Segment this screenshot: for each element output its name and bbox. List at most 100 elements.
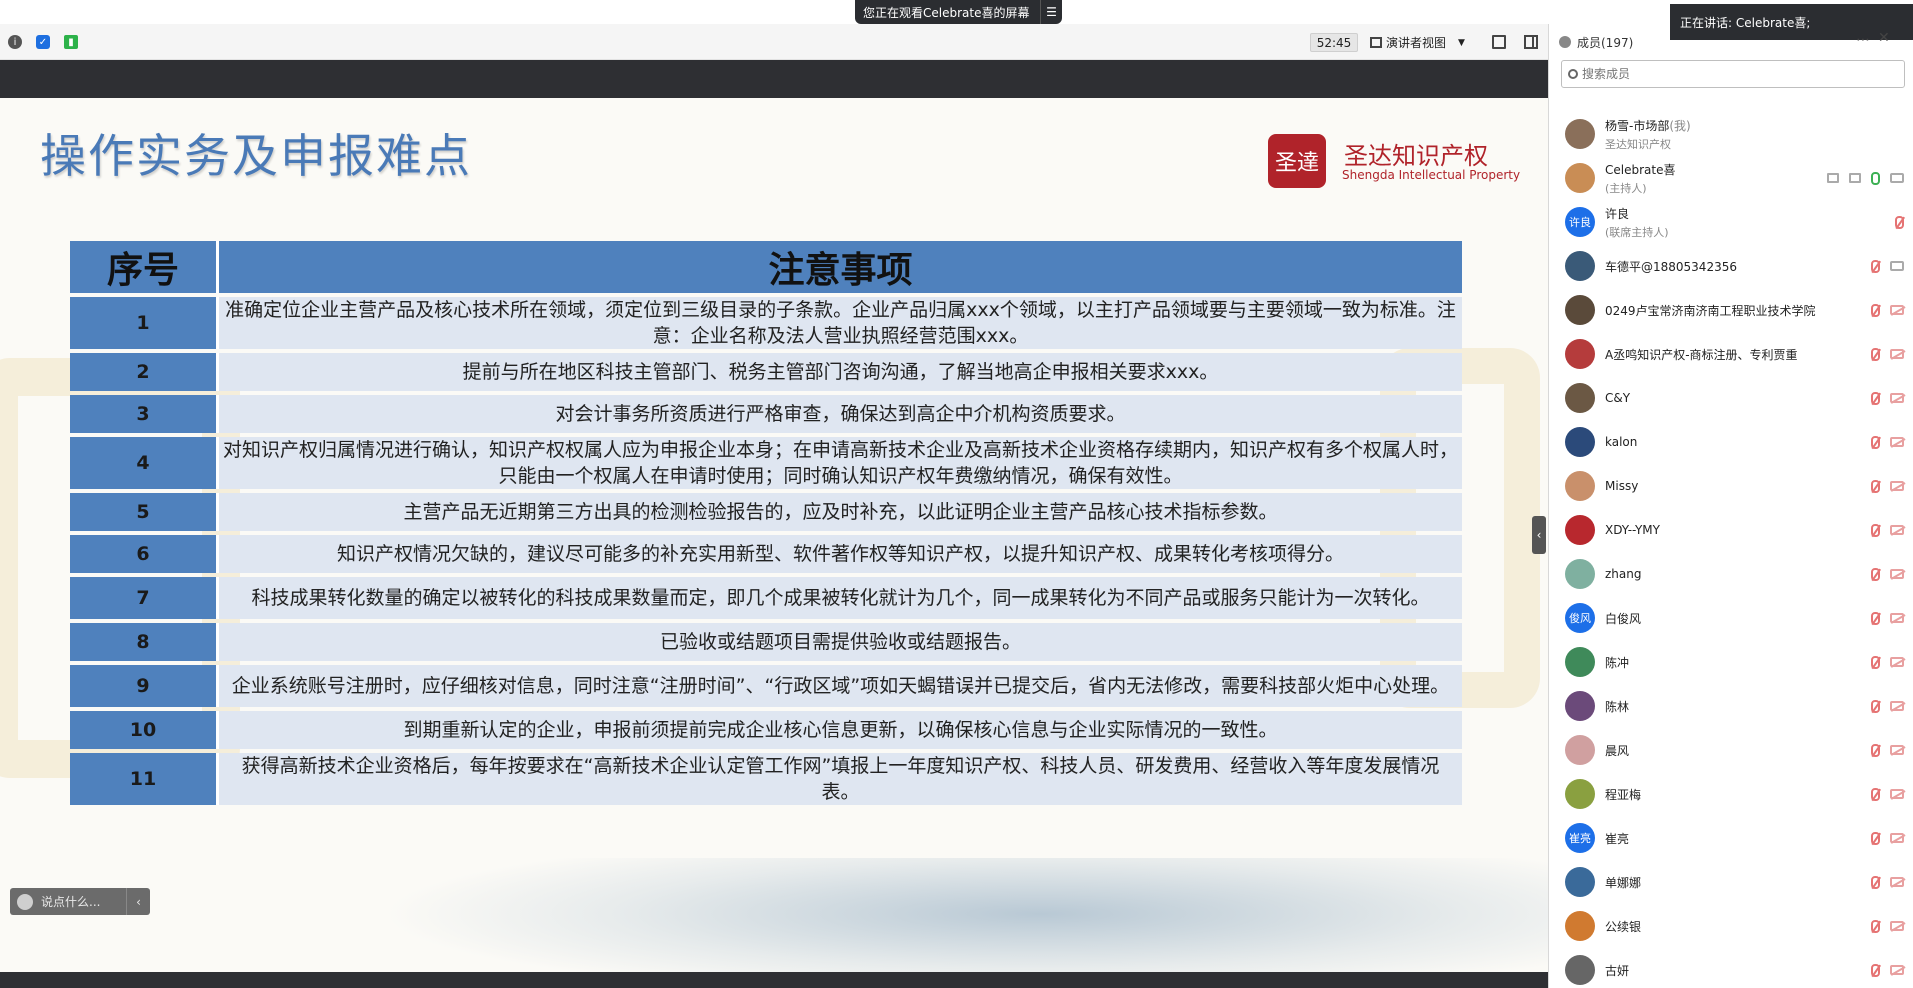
- camera-off-icon[interactable]: [1890, 569, 1904, 579]
- member-controls: [1871, 347, 1904, 361]
- security-shield-icon[interactable]: ✓: [36, 35, 50, 49]
- member-row[interactable]: Missy: [1549, 464, 1913, 508]
- avatar: [1565, 383, 1595, 413]
- row-note: 对知识产权归属情况进行确认，知识产权权属人应为申报企业本身；在申请高新技术企业及…: [216, 437, 1462, 489]
- microphone-muted-icon[interactable]: [1871, 259, 1880, 273]
- member-row[interactable]: 古妍: [1549, 948, 1913, 988]
- camera-off-icon[interactable]: [1890, 437, 1904, 447]
- camera-icon[interactable]: [1890, 173, 1904, 183]
- view-mode-dropdown[interactable]: 演讲者视图 ▼: [1370, 33, 1476, 52]
- microphone-muted-icon[interactable]: [1871, 831, 1880, 845]
- member-row[interactable]: 陈冲: [1549, 640, 1913, 684]
- member-row[interactable]: 陈林: [1549, 684, 1913, 728]
- camera-off-icon[interactable]: [1890, 481, 1904, 491]
- camera-off-icon[interactable]: [1890, 921, 1904, 931]
- member-list: 杨雪-市场部(我) 圣达知识产权 Celebrate喜 (主持人) 许良 许良 (联席主持人…: [1549, 112, 1913, 988]
- row-index: 10: [70, 711, 216, 749]
- member-row[interactable]: 崔亮 崔亮: [1549, 816, 1913, 860]
- network-signal-icon[interactable]: ▮: [64, 35, 78, 49]
- member-row[interactable]: 车德平@18805342356: [1549, 244, 1913, 288]
- camera-off-icon[interactable]: [1890, 393, 1904, 403]
- camera-off-icon[interactable]: [1890, 789, 1904, 799]
- chat-input[interactable]: 说点什么... ‹: [10, 888, 150, 915]
- side-panel-toggle-icon[interactable]: [1524, 35, 1538, 49]
- screen-capture-icon[interactable]: [1849, 173, 1861, 183]
- member-info: 车德平@18805342356: [1605, 258, 1737, 275]
- screen-share-icon[interactable]: [1827, 173, 1839, 183]
- member-name: 晨风: [1605, 743, 1630, 758]
- company-logo: 圣達 圣达知识产权 Shengda Intellectual Property: [1268, 134, 1520, 188]
- avatar: [1565, 735, 1595, 765]
- collapse-handle-chevron-icon[interactable]: ‹: [1532, 516, 1546, 554]
- member-row[interactable]: zhang: [1549, 552, 1913, 596]
- member-name: 白俊风: [1605, 611, 1642, 626]
- member-row[interactable]: kalon: [1549, 420, 1913, 464]
- chevron-left-icon[interactable]: ‹: [126, 888, 150, 915]
- member-search-input[interactable]: [1582, 67, 1882, 81]
- member-name: kalon: [1605, 435, 1638, 449]
- member-row[interactable]: 许良 许良 (联席主持人): [1549, 200, 1913, 244]
- member-row[interactable]: 杨雪-市场部(我) 圣达知识产权: [1549, 112, 1913, 156]
- camera-off-icon[interactable]: [1890, 349, 1904, 359]
- camera-off-icon[interactable]: [1890, 657, 1904, 667]
- microphone-muted-icon[interactable]: [1871, 787, 1880, 801]
- fullscreen-icon[interactable]: [1492, 35, 1506, 49]
- microphone-muted-icon[interactable]: [1871, 435, 1880, 449]
- microphone-on-icon[interactable]: [1871, 171, 1880, 185]
- camera-off-icon[interactable]: [1890, 833, 1904, 843]
- info-icon[interactable]: i: [8, 35, 22, 49]
- column-header-index: 序号: [70, 241, 216, 293]
- member-row[interactable]: 单娜娜: [1549, 860, 1913, 904]
- row-index: 1: [70, 297, 216, 349]
- camera-off-icon[interactable]: [1890, 305, 1904, 315]
- microphone-muted-icon[interactable]: [1871, 655, 1880, 669]
- camera-off-icon[interactable]: [1890, 701, 1904, 711]
- microphone-muted-icon[interactable]: [1871, 963, 1880, 977]
- emoji-icon[interactable]: [17, 893, 33, 910]
- member-info: A丞鸣知识产权-商标注册、专利贾重: [1605, 346, 1798, 363]
- row-note: 知识产权情况欠缺的，建议尽可能多的补充实用新型、软件著作权等知识产权，以提升知识…: [216, 535, 1462, 573]
- row-index: 2: [70, 353, 216, 391]
- microphone-muted-icon[interactable]: [1871, 347, 1880, 361]
- camera-off-icon[interactable]: [1890, 965, 1904, 975]
- member-search-box[interactable]: [1561, 60, 1905, 88]
- table-row: 1 准确定位企业主营产品及核心技术所在领域，须定位到三级目录的子条款。企业产品归属…: [70, 297, 1462, 349]
- microphone-muted-icon[interactable]: [1871, 611, 1880, 625]
- avatar: [1565, 119, 1595, 149]
- member-row[interactable]: 晨风: [1549, 728, 1913, 772]
- microphone-muted-icon[interactable]: [1871, 919, 1880, 933]
- member-row[interactable]: 程亚梅: [1549, 772, 1913, 816]
- member-row[interactable]: A丞鸣知识产权-商标注册、专利贾重: [1549, 332, 1913, 376]
- member-row[interactable]: C&Y: [1549, 376, 1913, 420]
- camera-icon[interactable]: [1890, 261, 1904, 271]
- row-index: 7: [70, 577, 216, 619]
- avatar: [1565, 559, 1595, 589]
- member-row[interactable]: 公续银: [1549, 904, 1913, 948]
- more-options-icon[interactable]: ⋯: [1856, 32, 1870, 48]
- microphone-muted-icon[interactable]: [1871, 699, 1880, 713]
- camera-off-icon[interactable]: [1890, 525, 1904, 535]
- banner-menu-icon[interactable]: ☰: [1040, 0, 1062, 24]
- camera-off-icon[interactable]: [1890, 877, 1904, 887]
- avatar: 崔亮: [1565, 823, 1595, 853]
- member-row[interactable]: Celebrate喜 (主持人): [1549, 156, 1913, 200]
- camera-off-icon[interactable]: [1890, 745, 1904, 755]
- screen-share-label: 您正在观看Celebrate喜的屏幕: [863, 5, 1030, 20]
- close-icon[interactable]: ✕: [1878, 30, 1890, 46]
- row-index: 11: [70, 753, 216, 805]
- member-controls: [1871, 963, 1904, 977]
- microphone-muted-icon[interactable]: [1895, 215, 1904, 229]
- microphone-muted-icon[interactable]: [1871, 303, 1880, 317]
- microphone-muted-icon[interactable]: [1871, 743, 1880, 757]
- member-name: zhang: [1605, 567, 1642, 581]
- microphone-muted-icon[interactable]: [1871, 567, 1880, 581]
- microphone-muted-icon[interactable]: [1871, 479, 1880, 493]
- microphone-muted-icon[interactable]: [1871, 391, 1880, 405]
- member-row[interactable]: 俊风 白俊风: [1549, 596, 1913, 640]
- member-row[interactable]: XDY--YMY: [1549, 508, 1913, 552]
- microphone-muted-icon[interactable]: [1871, 523, 1880, 537]
- microphone-muted-icon[interactable]: [1871, 875, 1880, 889]
- camera-off-icon[interactable]: [1890, 613, 1904, 623]
- member-row[interactable]: 0249卢宝常济南济南工程职业技术学院: [1549, 288, 1913, 332]
- row-note: 提前与所在地区科技主管部门、税务主管部门咨询沟通，了解当地高企申报相关要求xxx…: [216, 353, 1462, 391]
